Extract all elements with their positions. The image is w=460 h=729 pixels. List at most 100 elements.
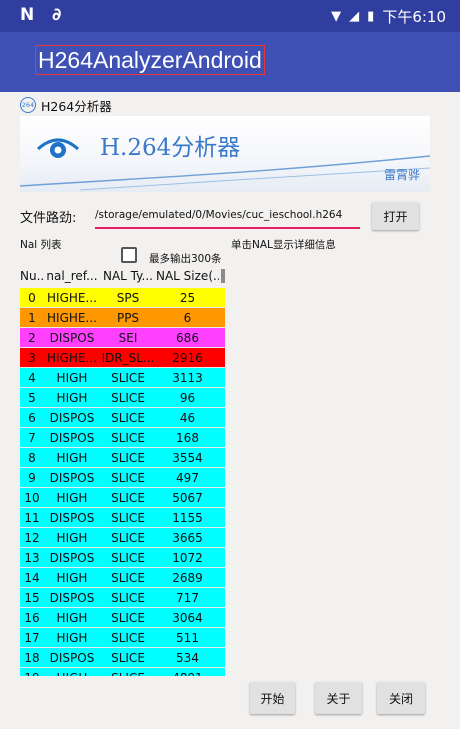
table-row[interactable]: 12 HIGH SLICE 3665 <box>20 528 225 548</box>
row-nal-ref: HIGH <box>56 370 88 385</box>
row-nal-ref: DISPOS <box>49 650 95 665</box>
row-nal-type: SLICE <box>111 550 145 565</box>
row-nal-ref: HIGHE... <box>47 350 97 365</box>
row-nal-ref: HIGH <box>56 530 88 545</box>
status-icons: ▼ ◢ ▮ 下午6:10 <box>331 6 446 27</box>
table-row[interactable]: 0 HIGHE... SPS 25 <box>20 288 225 308</box>
row-num: 6 <box>28 410 36 425</box>
table-row[interactable]: 18 DISPOS SLICE 534 <box>20 648 225 668</box>
table-row[interactable]: 3 HIGHE... IDR_SL... 2916 <box>20 348 225 368</box>
path-label: 文件路劲: <box>20 211 77 226</box>
table-row[interactable]: 9 DISPOS SLICE 497 <box>20 468 225 488</box>
row-num: 10 <box>24 490 40 505</box>
row-num: 2 <box>28 330 36 345</box>
scroll-indicator[interactable] <box>221 269 225 283</box>
subheader-title: H264分析器 <box>41 98 112 114</box>
table-header: Nu... nal_ref... NAL Ty... NAL Size(... <box>20 266 225 286</box>
table-row[interactable]: 16 HIGH SLICE 3064 <box>20 608 225 628</box>
row-nal-ref: HIGHE... <box>47 310 97 325</box>
open-button[interactable]: 打开 <box>372 202 419 230</box>
row-nal-ref: HIGH <box>56 490 88 505</box>
row-nal-size: 5067 <box>172 490 203 505</box>
app-screen: N ∂ ▼ ◢ ▮ 下午6:10 H264AnalyzerAndroid 264… <box>0 0 460 729</box>
table-row[interactable]: 6 DISPOS SLICE 46 <box>20 408 225 428</box>
row-num: 4 <box>28 370 36 385</box>
nal-table[interactable]: 0 HIGHE... SPS 25 1 HIGHE... PPS 6 2 DISPOS SEI 686… <box>20 288 225 676</box>
row-num: 12 <box>24 530 40 545</box>
path-input[interactable]: /storage/emulated/0/Movies/cuc_ieschool.… <box>95 205 360 229</box>
row-nal-ref: DISPOS <box>49 330 95 345</box>
row-nal-type: SLICE <box>111 650 145 665</box>
row-nal-ref: DISPOS <box>49 590 95 605</box>
table-row[interactable]: 5 HIGH SLICE 96 <box>20 388 225 408</box>
header-nal-type[interactable]: NAL Ty... <box>100 269 156 283</box>
row-nal-ref: HIGHE... <box>47 290 97 305</box>
row-nal-type: SLICE <box>111 390 145 405</box>
table-row[interactable]: 19HIGHSLICE4891 <box>20 668 225 676</box>
row-num: 5 <box>28 390 36 405</box>
row-nal-size: 3665 <box>172 530 203 545</box>
row-nal-size: 6 <box>183 310 192 325</box>
row-nal-type: SLICE <box>111 410 145 425</box>
header-nal-ref[interactable]: nal_ref... <box>44 269 100 283</box>
row-nal-ref: DISPOS <box>49 510 95 525</box>
app-title: H264AnalyzerAndroid <box>35 45 265 75</box>
banner: H.264分析器 雷霄骅 <box>20 116 430 192</box>
row-nal-size: 497 <box>176 470 199 485</box>
row-num: 9 <box>28 470 36 485</box>
row-nal-size: 25 <box>179 290 196 305</box>
row-num: 1 <box>28 310 36 325</box>
row-nal-type: SLICE <box>111 370 145 385</box>
wifi-icon: ▼ <box>331 9 342 24</box>
row-nal-size: 2916 <box>172 350 203 365</box>
row-nal-size: 3113 <box>172 370 203 385</box>
table-row[interactable]: 7 DISPOS SLICE 168 <box>20 428 225 448</box>
table-row[interactable]: 11 DISPOS SLICE 1155 <box>20 508 225 528</box>
row-nal-size: 717 <box>176 590 199 605</box>
row-nal-size: 3554 <box>172 450 203 465</box>
table-row[interactable]: 10 HIGH SLICE 5067 <box>20 488 225 508</box>
row-nal-ref: DISPOS <box>49 430 95 445</box>
table-row[interactable]: 13 DISPOS SLICE 1072 <box>20 548 225 568</box>
header-nal-size[interactable]: NAL Size(... <box>156 269 219 283</box>
header-num[interactable]: Nu... <box>20 269 44 283</box>
h264-logo-icon: 264 <box>20 97 36 113</box>
row-nal-type: PPS <box>116 310 140 325</box>
row-num: 15 <box>24 590 40 605</box>
status-bar: N ∂ ▼ ◢ ▮ 下午6:10 <box>0 0 460 32</box>
about-button[interactable]: 关于 <box>315 682 362 714</box>
max-output-checkbox[interactable] <box>121 247 137 263</box>
row-nal-type: SLICE <box>111 470 145 485</box>
table-row[interactable]: 14 HIGH SLICE 2689 <box>20 568 225 588</box>
row-num: 11 <box>24 510 40 525</box>
row-nal-type: SPS <box>116 290 140 305</box>
start-button[interactable]: 开始 <box>250 682 295 714</box>
table-row[interactable]: 2 DISPOS SEI 686 <box>20 328 225 348</box>
close-button[interactable]: 关闭 <box>377 682 425 714</box>
row-nal-type: SLICE <box>111 570 145 585</box>
row-nal-ref: DISPOS <box>49 410 95 425</box>
row-nal-type: SLICE <box>111 450 145 465</box>
row-nal-type: SLICE <box>111 630 145 645</box>
row-nal-size: 4891 <box>156 671 219 677</box>
table-row[interactable]: 17 HIGH SLICE 511 <box>20 628 225 648</box>
row-num: 13 <box>24 550 40 565</box>
row-num: 19 <box>20 671 44 677</box>
table-row[interactable]: 1 HIGHE... PPS 6 <box>20 308 225 328</box>
row-num: 0 <box>28 290 36 305</box>
app-bar: H264AnalyzerAndroid <box>0 32 460 92</box>
clock: 下午6:10 <box>382 8 446 26</box>
row-nal-ref: DISPOS <box>49 550 95 565</box>
table-row[interactable]: 4 HIGH SLICE 3113 <box>20 368 225 388</box>
row-nal-size: 511 <box>176 630 199 645</box>
row-nal-ref: HIGH <box>56 390 88 405</box>
row-num: 7 <box>28 430 36 445</box>
row-nal-size: 46 <box>179 410 196 425</box>
row-num: 16 <box>24 610 40 625</box>
row-nal-size: 3064 <box>172 610 203 625</box>
eye-icon <box>36 138 80 158</box>
row-nal-size: 1072 <box>172 550 203 565</box>
table-row[interactable]: 15 DISPOS SLICE 717 <box>20 588 225 608</box>
row-nal-ref: DISPOS <box>49 470 95 485</box>
table-row[interactable]: 8 HIGH SLICE 3554 <box>20 448 225 468</box>
